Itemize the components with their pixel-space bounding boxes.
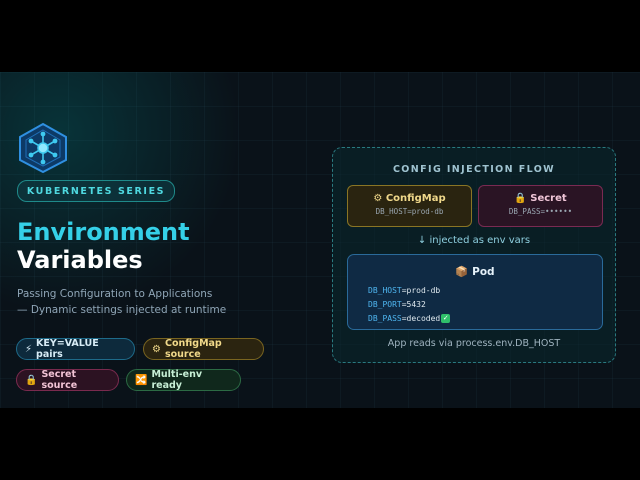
env-var-line: DB_HOST=prod-db xyxy=(368,286,440,295)
subtitle: Passing Configuration to Applications — … xyxy=(17,286,257,318)
gear-icon: ⚙ xyxy=(373,193,383,204)
lock-icon: 🔒 xyxy=(514,193,527,204)
configmap-box: ⚙ ConfigMap DB_HOST=prod-db xyxy=(347,185,472,227)
env-value: =prod-db xyxy=(401,286,441,295)
chip-secret: 🔒 Secret source xyxy=(16,369,119,391)
env-var-line: DB_PORT=5432 xyxy=(368,300,426,309)
chip-key-value: ⚡ KEY=VALUE pairs xyxy=(16,338,135,360)
env-value: =5432 xyxy=(401,300,426,309)
kubernetes-logo-icon xyxy=(19,122,67,174)
env-value: =decoded xyxy=(401,314,441,323)
shuffle-icon: 🔀 xyxy=(135,374,148,386)
series-badge: KUBERNETES SERIES xyxy=(17,180,175,202)
lightning-icon: ⚡ xyxy=(25,343,33,355)
subtitle-line-1: Passing Configuration to Applications xyxy=(17,288,213,300)
pod-title: 📦 Pod xyxy=(455,266,495,278)
chip-label: ConfigMap source xyxy=(164,338,222,360)
env-key: DB_PORT xyxy=(368,300,402,309)
secret-title: 🔒 Secret xyxy=(514,193,567,204)
subtitle-line-2: — Dynamic settings injected at runtime xyxy=(17,304,227,316)
secret-box: 🔒 Secret DB_PASS=•••••• xyxy=(478,185,603,227)
flow-title: CONFIG INJECTION FLOW xyxy=(392,164,556,175)
app-reads-note: App reads via process.env.DB_HOST xyxy=(387,338,561,349)
chip-configmap: ⚙ ConfigMap source xyxy=(143,338,264,360)
chip-label: Multi-env ready xyxy=(151,369,203,391)
env-key: DB_HOST xyxy=(368,286,402,295)
configmap-title: ⚙ ConfigMap xyxy=(373,193,446,204)
pod-box: 📦 Pod DB_HOST=prod-db DB_PORT=5432 DB_PA… xyxy=(347,254,603,330)
check-icon: ✓ xyxy=(441,314,451,323)
page-title: Environment Variables xyxy=(17,218,190,274)
package-icon: 📦 xyxy=(455,266,469,278)
configmap-value: DB_HOST=prod-db xyxy=(375,207,444,216)
chip-multi-env: 🔀 Multi-env ready xyxy=(126,369,241,391)
env-var-line: DB_PASS=decoded ✓ xyxy=(368,314,451,323)
injected-label: ↓ injected as env vars xyxy=(417,235,531,246)
gear-icon: ⚙ xyxy=(152,343,161,355)
chip-label: KEY=VALUE pairs xyxy=(36,338,99,360)
secret-value: DB_PASS=•••••• xyxy=(508,207,573,216)
env-key: DB_PASS xyxy=(368,314,402,323)
lock-icon: 🔒 xyxy=(25,374,38,386)
slide-canvas: KUBERNETES SERIES Environment Variables … xyxy=(0,72,640,408)
chip-label: Secret source xyxy=(41,369,78,391)
title-accent: Environment xyxy=(17,218,190,246)
title-rest: Variables xyxy=(17,246,143,274)
config-flow-panel: CONFIG INJECTION FLOW ⚙ ConfigMap DB_HOS… xyxy=(332,147,616,363)
